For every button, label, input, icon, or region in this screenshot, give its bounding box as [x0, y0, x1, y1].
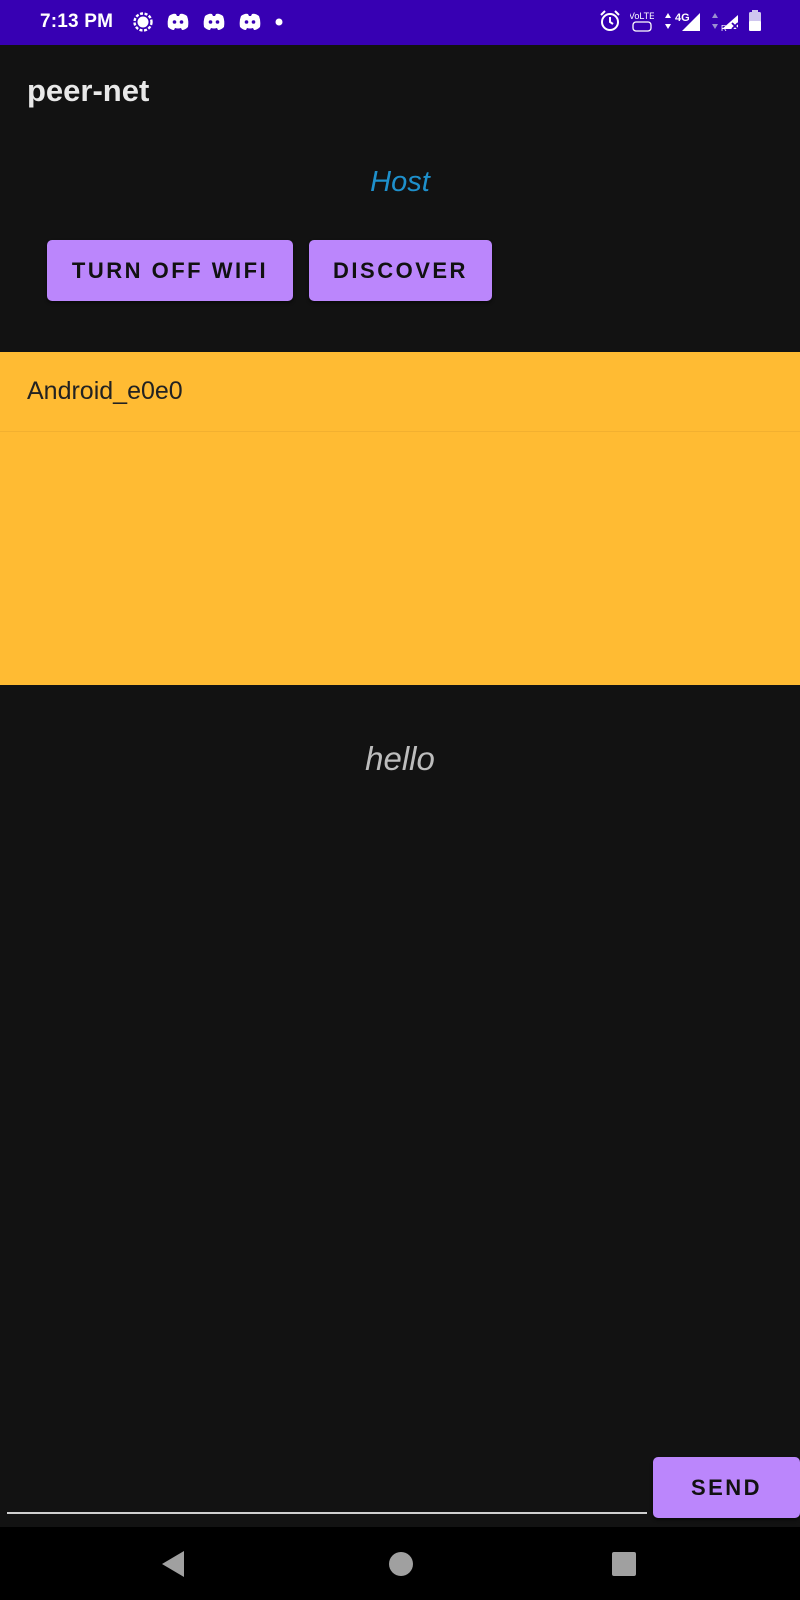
navigation-bar	[0, 1527, 800, 1600]
notification-icons	[132, 11, 284, 33]
role-label: Host	[370, 166, 430, 198]
volte-icon: VoLTE	[630, 9, 654, 33]
more-dot-icon	[274, 17, 284, 27]
alarm-icon	[598, 9, 622, 33]
peer-name: Android_e0e0	[27, 377, 183, 405]
back-icon[interactable]	[160, 1549, 186, 1584]
status-bar: 7:13 PM VoLTE 4G R	[0, 0, 800, 45]
system-icons: VoLTE 4G R	[598, 9, 762, 33]
peer-list: Android_e0e0	[0, 352, 800, 685]
message-input[interactable]	[7, 1448, 647, 1514]
discover-button[interactable]: DISCOVER	[309, 240, 492, 301]
svg-text:4G: 4G	[675, 12, 690, 24]
4g-data-icon: 4G	[662, 9, 702, 33]
turn-off-wifi-button[interactable]: TURN OFF WIFI	[47, 240, 293, 301]
send-button[interactable]: SEND	[653, 1457, 800, 1518]
app-title: peer-net	[27, 73, 150, 108]
discord-icon	[202, 12, 226, 32]
received-message: hello	[365, 740, 435, 777]
home-icon[interactable]	[388, 1549, 414, 1584]
peer-list-item[interactable]: Android_e0e0	[0, 352, 800, 432]
signal-messenger-icon	[132, 11, 154, 33]
discord-icon	[166, 12, 190, 32]
status-time: 7:13 PM	[40, 11, 114, 32]
discord-icon	[238, 12, 262, 32]
svg-text:VoLTE: VoLTE	[630, 11, 654, 21]
battery-icon	[748, 9, 762, 33]
recents-icon[interactable]	[611, 1549, 637, 1584]
roaming-signal-icon: R	[710, 9, 740, 33]
